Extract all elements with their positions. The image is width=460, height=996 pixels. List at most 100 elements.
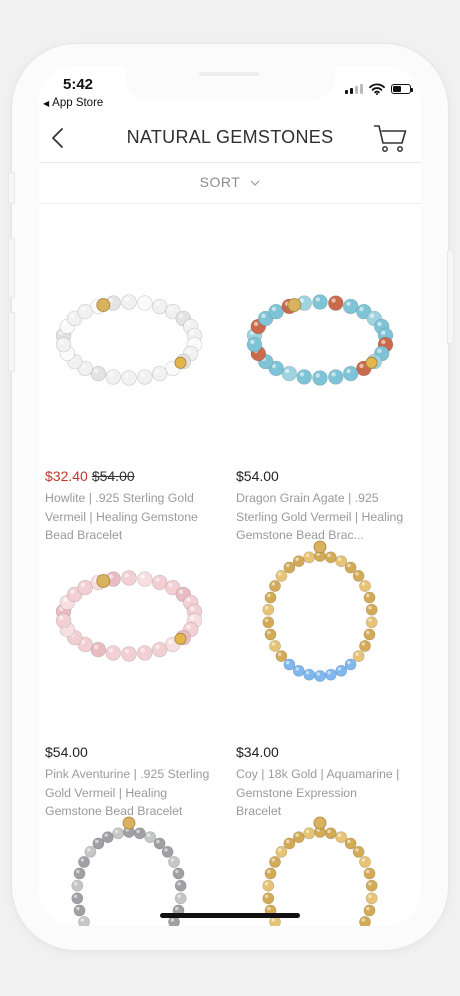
bead-highlight	[80, 918, 84, 922]
sale-price: $32.40	[45, 468, 88, 484]
bead	[363, 904, 376, 917]
bead-highlight	[146, 833, 151, 837]
bead-highlight	[177, 894, 181, 898]
bead	[335, 831, 348, 844]
bead-highlight	[271, 306, 277, 312]
bead-highlight	[278, 652, 282, 656]
sort-bar: SORT	[39, 163, 421, 204]
bead-highlight	[190, 606, 195, 611]
bead-highlight	[175, 869, 179, 874]
cart-button[interactable]	[373, 122, 407, 154]
bead-highlight	[73, 882, 78, 886]
bead-highlight	[286, 563, 290, 568]
bead	[151, 298, 168, 315]
bead-highlight	[271, 918, 275, 922]
bead	[359, 640, 371, 652]
charm	[287, 298, 302, 312]
page-title: NATURAL GEMSTONES	[126, 127, 334, 147]
back-triangle-icon: ◀	[43, 98, 50, 108]
bead-highlight	[170, 858, 175, 862]
bead-highlight	[381, 330, 386, 335]
bead-highlight	[295, 833, 299, 837]
bead-highlight	[114, 829, 119, 834]
bead-highlight	[305, 829, 310, 834]
bead	[344, 561, 357, 574]
bead	[105, 645, 121, 661]
bead-highlight	[190, 330, 195, 335]
mute-switch	[8, 172, 15, 204]
bead-highlight	[267, 593, 271, 598]
bracelet-illustration	[246, 294, 394, 386]
bead-highlight	[264, 606, 269, 610]
bead	[314, 670, 326, 682]
bead	[71, 879, 84, 892]
bead-highlight	[59, 339, 64, 345]
bead	[359, 580, 371, 592]
volume-up-button	[8, 238, 15, 298]
bead-highlight	[366, 593, 370, 598]
back-to-app-label: App Store	[52, 97, 104, 109]
bead-highlight	[140, 372, 145, 377]
bead	[121, 370, 137, 386]
bead-highlight	[108, 648, 114, 653]
bead	[262, 603, 275, 616]
bead	[365, 892, 378, 905]
bead-highlight	[168, 582, 173, 588]
bead-highlight	[168, 363, 173, 369]
bead	[92, 837, 105, 850]
bead-highlight	[361, 918, 366, 922]
bead	[324, 551, 337, 564]
bead-highlight	[327, 671, 331, 675]
bead	[246, 336, 263, 353]
bead	[363, 867, 376, 880]
notch	[125, 66, 335, 100]
bead	[292, 664, 305, 677]
bead	[268, 303, 284, 320]
bead-highlight	[347, 839, 351, 844]
bead	[151, 641, 168, 658]
bead	[71, 892, 84, 905]
bead	[269, 580, 281, 592]
bead	[365, 879, 378, 892]
bead	[101, 831, 114, 844]
chevron-down-icon	[250, 180, 260, 187]
product-price: $34.00	[236, 744, 279, 760]
bead-highlight	[178, 313, 184, 318]
back-to-app-link[interactable]: ◀ App Store	[43, 97, 103, 109]
bead-highlight	[93, 644, 99, 650]
bead-highlight	[155, 644, 160, 650]
bead-highlight	[359, 306, 364, 312]
bead	[296, 369, 312, 385]
sort-button[interactable]: SORT	[39, 174, 421, 190]
bead-highlight	[299, 372, 305, 377]
bead-highlight	[140, 648, 145, 653]
bead	[77, 303, 93, 320]
bracelet-illustration	[71, 816, 187, 926]
bead-highlight	[359, 363, 364, 369]
bead-highlight	[175, 906, 179, 911]
bead	[275, 650, 288, 662]
product-price: $54.00	[236, 468, 279, 484]
bead-highlight	[168, 306, 173, 312]
volume-down-button	[8, 312, 15, 372]
bead-highlight	[80, 582, 86, 588]
bead	[262, 879, 275, 892]
bead-highlight	[76, 869, 80, 874]
speaker	[199, 72, 259, 76]
bead-highlight	[267, 630, 271, 635]
bead-highlight	[346, 368, 351, 374]
product-image	[230, 534, 410, 694]
bead	[112, 827, 125, 840]
bead-highlight	[104, 833, 108, 837]
bead	[264, 591, 277, 604]
bead-highlight	[278, 848, 282, 852]
bead	[352, 846, 365, 858]
bead-highlight	[361, 582, 366, 586]
bead	[264, 628, 277, 641]
bead	[78, 856, 90, 868]
bead-highlight	[253, 321, 259, 327]
bead-highlight	[271, 642, 275, 646]
bead-highlight	[377, 321, 382, 327]
signal-icon	[345, 84, 363, 94]
bead	[303, 827, 316, 840]
